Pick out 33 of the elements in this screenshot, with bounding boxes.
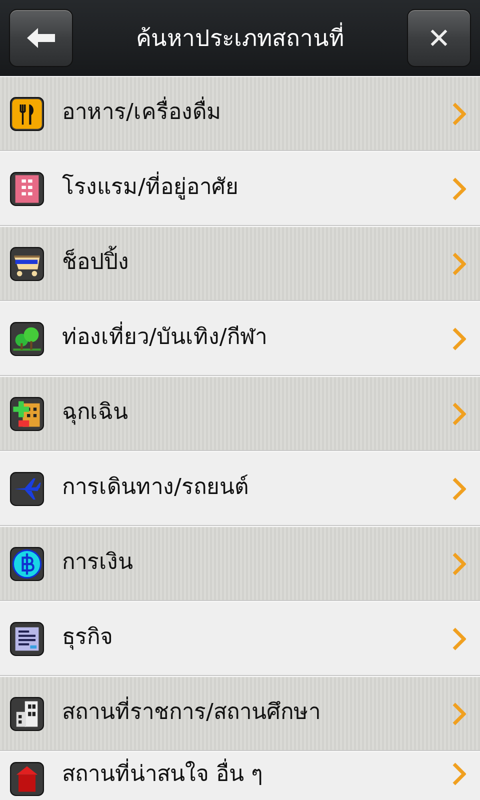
airplane-icon: [10, 472, 44, 506]
close-button[interactable]: ✕: [407, 9, 471, 67]
category-item[interactable]: ฉุกเฉิน: [0, 376, 480, 451]
chevron-right-icon: [452, 176, 466, 200]
chevron-right-icon: [452, 252, 466, 276]
chevron-right-icon: [452, 102, 466, 126]
screen-title: ค้นหาประเภทสถานที่: [136, 20, 344, 56]
category-item[interactable]: อาหาร/เครื่องดื่ม: [0, 76, 480, 151]
baht-coin-icon: [10, 546, 44, 580]
chevron-right-icon: [452, 552, 466, 576]
back-button[interactable]: [9, 9, 73, 67]
cart-icon: [10, 246, 44, 280]
category-item[interactable]: การเงิน: [0, 526, 480, 601]
category-item[interactable]: ช็อปปิ้ง: [0, 226, 480, 301]
hospital-icon: [10, 396, 44, 430]
category-item[interactable]: สถานที่ราชการ/สถานศึกษา: [0, 676, 480, 751]
category-item[interactable]: ท่องเที่ยว/บันเทิง/กีฬา: [0, 301, 480, 376]
building-icon: [10, 172, 44, 206]
pagoda-icon: [10, 762, 44, 796]
category-item[interactable]: ธุรกิจ: [0, 601, 480, 676]
chevron-right-icon: [452, 702, 466, 726]
back-arrow-icon: [26, 27, 56, 49]
chevron-right-icon: [452, 326, 466, 350]
cutlery-icon: [10, 96, 44, 130]
chevron-right-icon: [452, 402, 466, 426]
chevron-right-icon: [452, 762, 466, 786]
category-item[interactable]: โรงแรม/ที่อยู่อาศัย: [0, 151, 480, 226]
category-item[interactable]: การเดินทาง/รถยนต์: [0, 451, 480, 526]
chevron-right-icon: [452, 626, 466, 650]
trees-icon: [10, 322, 44, 356]
office-icon: [10, 622, 44, 656]
building-icon: [10, 696, 44, 730]
chevron-right-icon: [452, 476, 466, 500]
